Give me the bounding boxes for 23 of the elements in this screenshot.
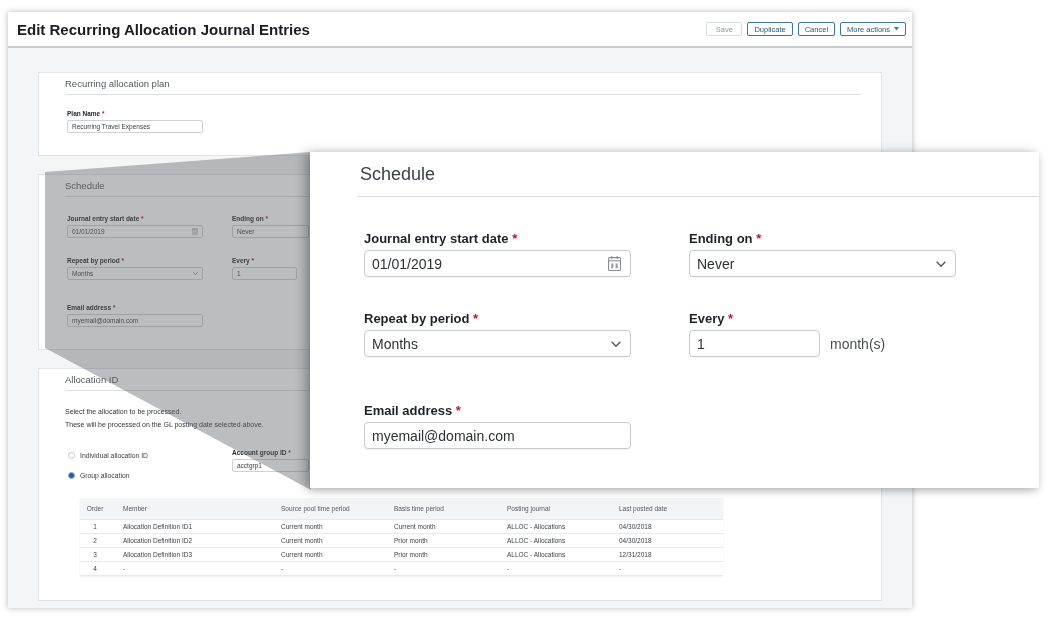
section-title: Schedule [65, 180, 105, 191]
section-title: Allocation ID [65, 374, 119, 385]
dropdown-field[interactable]: Months [364, 330, 631, 357]
field-label: Every * [689, 311, 734, 327]
dropdown-field[interactable]: Never [689, 250, 956, 277]
radio-button-icon[interactable] [68, 471, 75, 479]
chevron-down-icon [193, 272, 198, 275]
date-field[interactable]: 01/01/2019 [364, 250, 631, 277]
radio-button-icon[interactable] [68, 451, 75, 459]
caret-icon [894, 27, 899, 31]
section-title: Schedule [359, 163, 436, 185]
section-title: Recurring allocation plan [65, 78, 170, 89]
field-label: Ending on * [689, 231, 762, 247]
field-label: Repeat by period * [364, 311, 479, 327]
calendar-icon[interactable] [608, 256, 621, 271]
field-label: Email address * [364, 403, 461, 419]
window-title: Edit Recurring Allocation Journal Entries [17, 20, 310, 38]
number-field[interactable]: 1 [689, 330, 820, 357]
field-label: Journal entry start date * [364, 231, 518, 247]
chevron-down-icon [936, 260, 946, 267]
text-field[interactable]: myemail@domain.com [364, 422, 631, 449]
unit-label: month(s) [830, 335, 886, 352]
chevron-down-icon [611, 340, 621, 347]
